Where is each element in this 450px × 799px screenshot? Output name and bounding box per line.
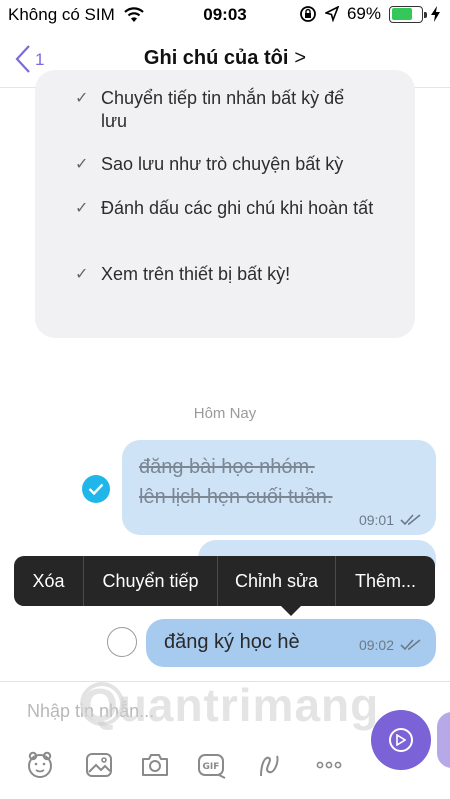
watermark-text: Quantrimang: [82, 679, 380, 731]
battery-icon: [389, 5, 427, 23]
checkmark-icon: [88, 483, 104, 495]
my-notes-info-card: ✓ Chuyển tiếp tin nhắn bất kỳ để lưu ✓ S…: [35, 70, 415, 338]
check-icon: ✓: [75, 90, 89, 107]
message-select-checkbox[interactable]: [107, 627, 137, 657]
sticker-button[interactable]: [23, 748, 57, 782]
camera-icon: [142, 754, 168, 776]
message-meta: 09:02: [359, 637, 422, 653]
message-select-checkbox[interactable]: [82, 475, 110, 503]
composer-toolbar: GIF: [0, 748, 370, 788]
menu-item-delete[interactable]: Xóa: [14, 556, 84, 606]
message-time: 09:02: [358, 637, 394, 653]
battery-fill: [391, 8, 412, 20]
play-circle-icon: [389, 728, 413, 752]
status-bar: Không có SIM 09:03 69%: [0, 0, 450, 30]
message-bubble-selected[interactable]: đăng ký học hè 09:02: [146, 619, 436, 667]
date-separator: Hôm Nay: [193, 405, 257, 422]
chat-title-label: Ghi chú của tôi: [143, 47, 289, 69]
screen-lock-icon: [300, 6, 316, 22]
doodle-button[interactable]: [253, 748, 287, 782]
location-icon: [324, 6, 339, 22]
chevron-right-icon: >: [294, 47, 307, 69]
message-text-line: lên lịch hẹn cuối tuần.: [139, 486, 333, 508]
info-text: Sao lưu như trò chuyện bất kỳ: [101, 154, 344, 174]
context-menu-arrow: [279, 604, 303, 616]
doodle-icon: [260, 755, 279, 777]
message-time: 09:01: [358, 512, 394, 528]
gallery-button[interactable]: [82, 748, 116, 782]
video-message-button[interactable]: [371, 710, 431, 770]
menu-item-edit[interactable]: Chỉnh sửa: [218, 556, 336, 606]
gif-button[interactable]: GIF: [195, 748, 229, 782]
check-icon: ✓: [75, 200, 89, 217]
check-icon: ✓: [75, 156, 89, 173]
more-icon: [316, 761, 342, 769]
info-list-item: ✓ Xem trên thiết bị bất kỳ!: [75, 263, 375, 286]
message-meta: 09:01: [359, 512, 422, 528]
charging-icon: [431, 6, 440, 22]
double-check-icon: [400, 639, 421, 651]
battery-percent: 69%: [346, 4, 381, 23]
menu-item-forward[interactable]: Chuyển tiếp: [84, 556, 218, 606]
info-text: Xem trên thiết bị bất kỳ!: [101, 264, 291, 284]
message-bubble[interactable]: đăng bài học nhóm. lên lịch hẹn cuối tuầ…: [122, 440, 436, 535]
chat-title[interactable]: Ghi chú của tôi >: [0, 47, 450, 70]
info-text: Chuyển tiếp tin nhắn bất kỳ để lưu: [101, 88, 345, 131]
gallery-icon: [86, 753, 112, 777]
info-list-item: ✓ Đánh dấu các ghi chú khi hoàn tất: [75, 197, 375, 220]
info-list-item: ✓ Sao lưu như trò chuyện bất kỳ: [75, 153, 375, 176]
more-options-button[interactable]: [312, 748, 346, 782]
svg-text:GIF: GIF: [203, 762, 220, 772]
camera-button[interactable]: [138, 748, 172, 782]
gif-icon: GIF: [198, 754, 226, 779]
message-context-menu: Xóa Chuyển tiếp Chỉnh sửa Thêm...: [14, 556, 435, 606]
status-right: 69%: [299, 4, 440, 24]
message-text: đăng ký học hè: [164, 631, 300, 653]
side-button-peek: [437, 712, 450, 768]
sticker-icon: [28, 751, 52, 778]
info-list-item: ✓ Chuyển tiếp tin nhắn bất kỳ để lưu: [75, 87, 375, 133]
menu-item-more[interactable]: Thêm...: [336, 556, 435, 606]
double-check-icon: [400, 514, 421, 526]
info-text: Đánh dấu các ghi chú khi hoàn tất: [101, 198, 374, 218]
check-icon: ✓: [75, 266, 89, 283]
message-text-line: đăng bài học nhóm.: [139, 456, 315, 478]
